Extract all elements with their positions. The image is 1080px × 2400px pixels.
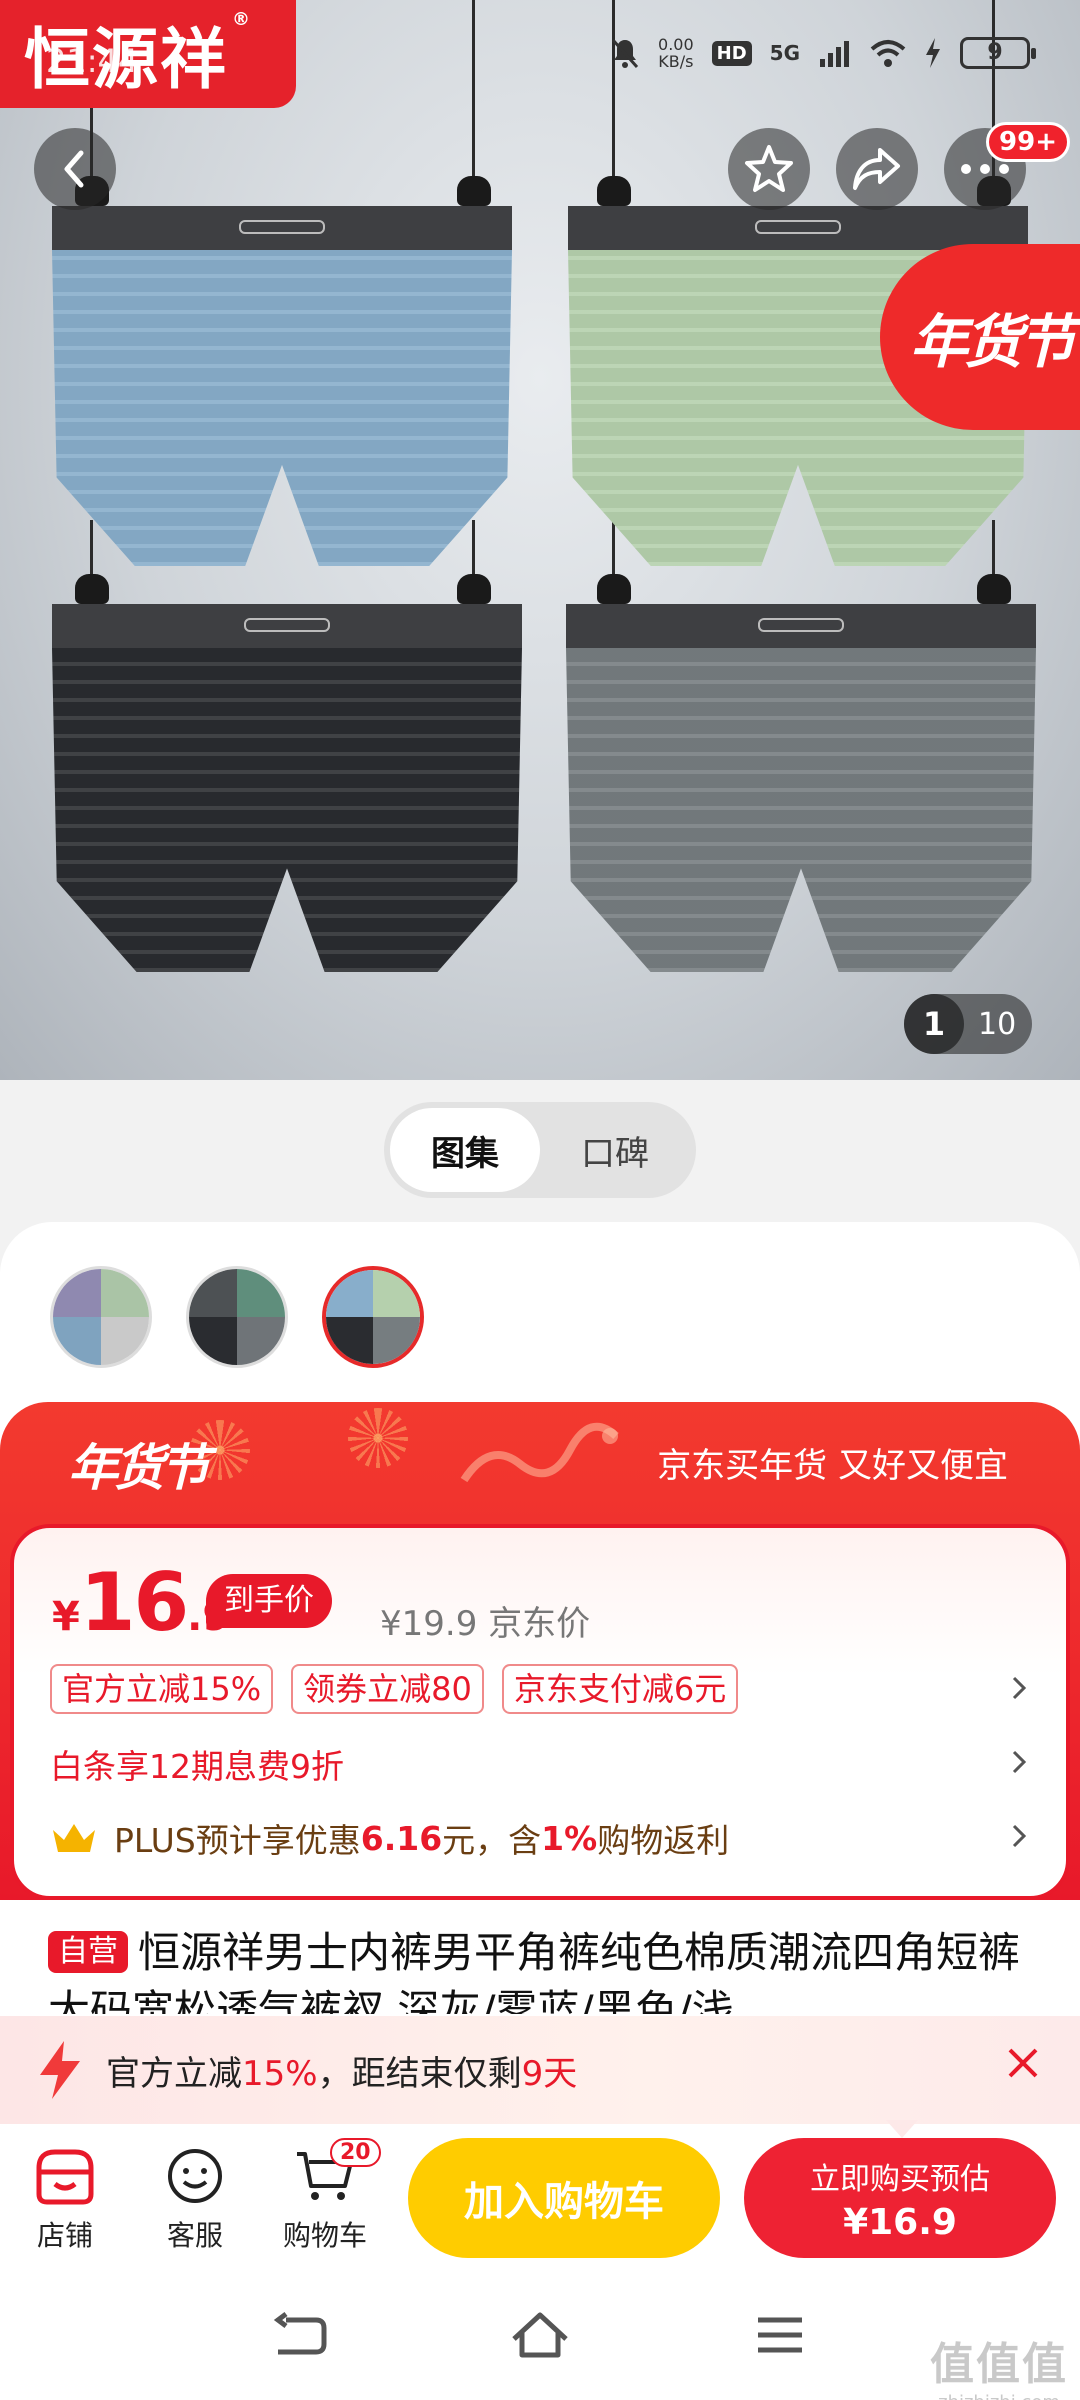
variant-thumbnail-selected[interactable] bbox=[322, 1266, 424, 1368]
back-button[interactable] bbox=[34, 128, 116, 210]
chat-smile-icon bbox=[168, 2149, 222, 2203]
clip bbox=[457, 176, 491, 206]
discount-countdown-text: 官方立减15%，距结束仅剩9天 bbox=[106, 2053, 578, 2094]
shop-icon bbox=[36, 2149, 94, 2205]
brand-badge: 恒源祥® bbox=[0, 0, 296, 108]
final-price-tag: 到手价 bbox=[206, 1574, 332, 1628]
hd-icon: HD bbox=[711, 40, 752, 66]
lightning-icon bbox=[40, 2041, 80, 2099]
nav-menu-button[interactable] bbox=[740, 2300, 820, 2370]
product-title: 自营 恒源祥男士内裤男平角裤纯色棉质潮流四角短裤大码宽松透气裤衩 深灰/雾蓝/黑色… bbox=[48, 1924, 1038, 2014]
baitiao-installment[interactable]: 白条享12期息费9折 bbox=[50, 1740, 344, 1788]
add-to-cart-button[interactable]: 加入购物车 bbox=[408, 2138, 720, 2258]
nav-home-button[interactable] bbox=[500, 2300, 580, 2370]
cart-button[interactable]: 20 购物车 bbox=[270, 2138, 381, 2254]
favorite-button[interactable] bbox=[728, 128, 810, 210]
coupon-official-discount[interactable]: 官方立减15% bbox=[50, 1664, 274, 1714]
shop-button[interactable]: 店铺 bbox=[10, 2138, 120, 2254]
watermark: 值值值 zhizhizhi.com bbox=[930, 2339, 1068, 2400]
buy-now-button[interactable]: 立即购买预估 ¥16.9 bbox=[744, 2138, 1056, 2258]
close-icon[interactable] bbox=[1006, 2046, 1040, 2080]
product-image-carousel[interactable] bbox=[0, 0, 1080, 1080]
message-count-badge: 99+ bbox=[986, 122, 1070, 162]
mute-icon bbox=[611, 39, 639, 68]
status-bar: 恒源祥® 21:44 0.00 KB/s HD 5G 9 bbox=[0, 0, 1080, 110]
nav-back-button[interactable] bbox=[260, 2300, 340, 2370]
plus-benefit[interactable]: PLUS预计享优惠 6.16 元，含 1% 购物返利 bbox=[50, 1814, 729, 1862]
coupon-claim-discount[interactable]: 领券立减80 bbox=[291, 1664, 484, 1714]
clip bbox=[977, 574, 1011, 604]
briefs-grey bbox=[566, 604, 1036, 972]
final-price: ¥ 16 .9 bbox=[52, 1556, 230, 1649]
clip bbox=[75, 574, 109, 604]
share-icon bbox=[853, 148, 900, 190]
discount-countdown-bar: 官方立减15%，距结束仅剩9天 bbox=[0, 2016, 1080, 2124]
menu-icon bbox=[758, 2317, 802, 2353]
briefs-blue bbox=[52, 206, 512, 566]
tab-reviews[interactable]: 口碑 bbox=[540, 1108, 690, 1192]
chevron-right-icon[interactable] bbox=[1010, 1748, 1028, 1776]
net-speed: 0.00 KB/s bbox=[658, 35, 694, 71]
clip bbox=[457, 574, 491, 604]
chevron-right-icon[interactable] bbox=[1010, 1822, 1028, 1850]
tip-pointer bbox=[886, 2120, 918, 2138]
wifi-icon bbox=[870, 40, 906, 67]
star-icon bbox=[745, 145, 793, 192]
home-icon bbox=[512, 2312, 568, 2358]
dragon-icon bbox=[460, 1422, 619, 1483]
more-dots-icon bbox=[961, 164, 1009, 174]
status-time: 21:44 bbox=[46, 42, 139, 80]
variant-thumbnail[interactable] bbox=[50, 1266, 152, 1368]
clip bbox=[597, 574, 631, 604]
jd-price: ¥19.9 京东价 bbox=[380, 1604, 591, 1644]
share-button[interactable] bbox=[836, 128, 918, 210]
self-operated-badge: 自营 bbox=[48, 1931, 128, 1973]
image-counter-total: 10 bbox=[978, 1006, 1017, 1042]
clip bbox=[597, 176, 631, 206]
promo-logo: 年货节 bbox=[68, 1439, 210, 1497]
variant-thumbnail[interactable] bbox=[186, 1266, 288, 1368]
promo-slogan: 京东买年货 又好又便宜 bbox=[657, 1446, 1008, 1486]
coupon-list[interactable]: 官方立减15% 领券立减80 京东支付减6元 bbox=[50, 1664, 739, 1714]
network-type: 5G bbox=[769, 41, 800, 65]
gallery-tab-toggle: 图集 口碑 bbox=[384, 1102, 696, 1198]
customer-service-button[interactable]: 客服 bbox=[140, 2138, 250, 2254]
charging-icon bbox=[926, 38, 940, 68]
firework-decoration bbox=[348, 1408, 408, 1468]
back-arrow-icon bbox=[273, 2312, 327, 2355]
signal-icon bbox=[820, 41, 849, 67]
briefs-black bbox=[52, 604, 522, 972]
image-counter-current: 1 bbox=[904, 994, 964, 1054]
chevron-right-icon[interactable] bbox=[1010, 1674, 1028, 1702]
cart-count-badge: 20 bbox=[330, 2138, 381, 2167]
battery-icon: 9 bbox=[960, 37, 1036, 69]
festival-tag[interactable]: 年货节 bbox=[880, 244, 1080, 430]
tab-gallery[interactable]: 图集 bbox=[390, 1108, 540, 1192]
coupon-jd-pay[interactable]: 京东支付减6元 bbox=[501, 1664, 739, 1714]
chevron-left-icon bbox=[64, 150, 84, 188]
image-counter: 1 10 bbox=[904, 994, 1032, 1054]
crown-icon bbox=[53, 1824, 95, 1852]
product-title-text: 恒源祥男士内裤男平角裤纯色棉质潮流四角短裤大码宽松透气裤衩 深灰/雾蓝/黑色/浅 bbox=[48, 1928, 1021, 2014]
